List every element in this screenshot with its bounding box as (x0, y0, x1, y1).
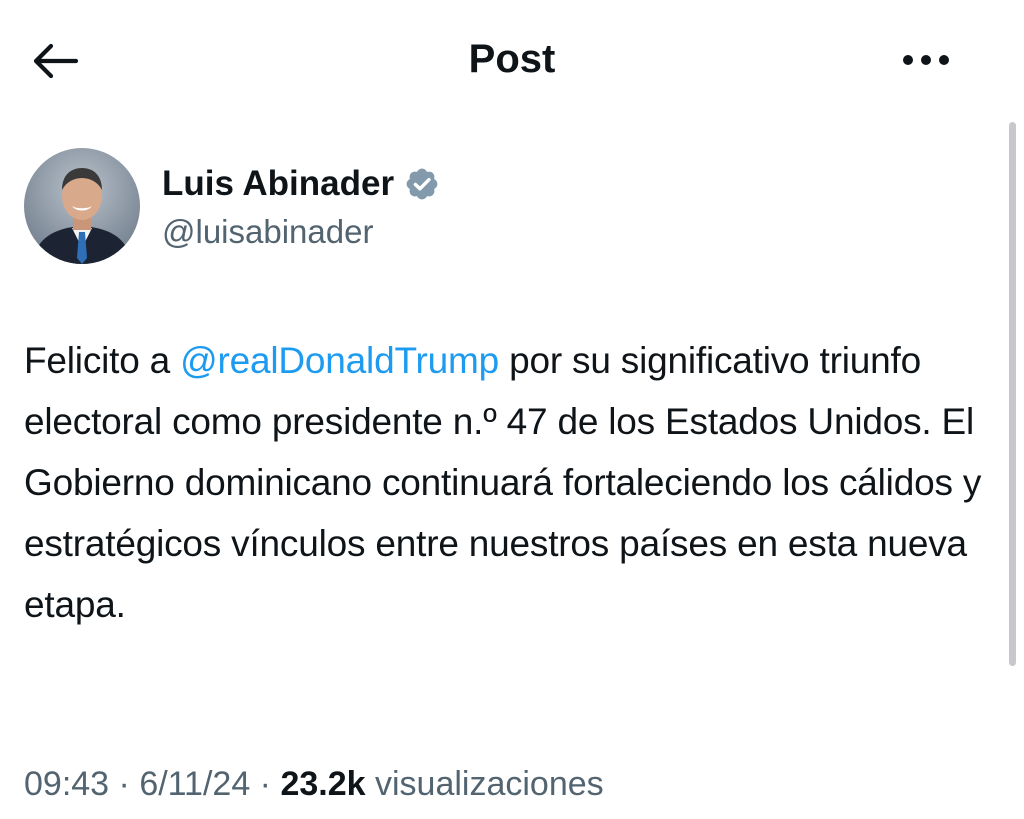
scrollbar[interactable] (1009, 122, 1016, 666)
post-date[interactable]: 6/11/24 (139, 765, 250, 803)
author-handle[interactable]: @luisabinader (162, 210, 440, 254)
ellipsis-horizontal-icon (903, 55, 949, 65)
more-options-button[interactable] (896, 40, 956, 80)
page-title: Post (468, 37, 556, 81)
mention-link[interactable]: @realDonaldTrump (180, 340, 499, 381)
top-bar: Post (0, 0, 1024, 120)
post-text-start: Felicito a (24, 340, 181, 381)
views-label[interactable]: visualizaciones (366, 765, 604, 803)
meta-separator: · (109, 765, 140, 803)
post-text: Felicito a @realDonaldTrump por su signi… (24, 330, 999, 635)
verified-badge-icon (404, 166, 440, 202)
avatar[interactable] (24, 148, 140, 264)
author-name[interactable]: Luis Abinader (162, 162, 394, 206)
post-author: Luis Abinader @luisabinader (24, 148, 440, 264)
avatar-image (24, 148, 140, 264)
post-text-rest: por su significativo triunfo electoral c… (24, 340, 982, 625)
post-time[interactable]: 09:43 (24, 765, 109, 803)
meta-separator: · (250, 765, 281, 803)
post-metadata: 09:43 · 6/11/24 · 23.2k visualizaciones (24, 761, 604, 807)
views-count[interactable]: 23.2k (280, 765, 365, 803)
